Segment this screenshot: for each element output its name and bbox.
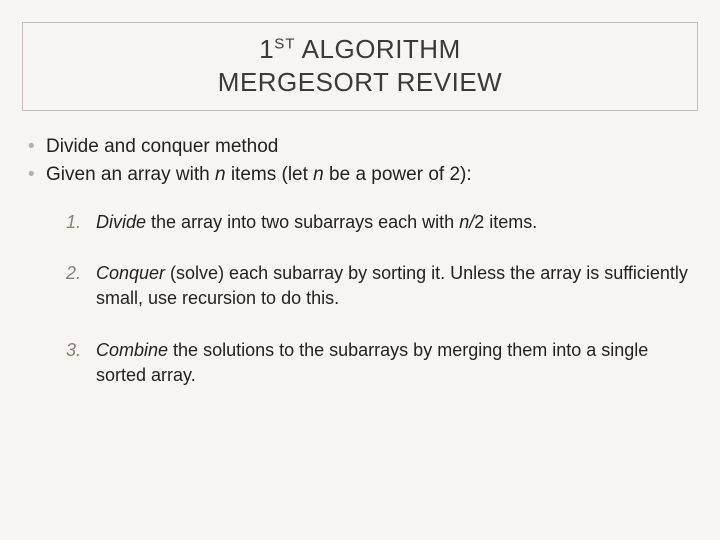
bullet-list: Divide and conquer method Given an array…: [22, 133, 698, 188]
italic-n: n/: [459, 212, 474, 232]
italic-n: n: [215, 164, 226, 185]
title-prefix-word: ALGORITHM: [295, 34, 460, 64]
title-line-2: MERGESORT REVIEW: [35, 66, 685, 99]
step-lead: Conquer: [96, 263, 165, 283]
bullet-item: Given an array with n items (let n be a …: [28, 161, 698, 189]
step-lead: Combine: [96, 340, 168, 360]
step-item: Combine the solutions to the subarrays b…: [66, 338, 698, 388]
step-text: (solve) each subarray by sorting it. Unl…: [96, 263, 688, 308]
bullet-text-pre: Given an array with: [46, 164, 215, 185]
step-lead: Divide: [96, 212, 146, 232]
step-text: the solutions to the subarrays by mergin…: [96, 340, 648, 385]
step-text: 2 items.: [474, 212, 537, 232]
slide: 1ST ALGORITHM MERGESORT REVIEW Divide an…: [0, 0, 720, 540]
bullet-text: Divide and conquer method: [46, 136, 278, 157]
italic-n: n: [313, 164, 324, 185]
title-prefix-number: 1: [259, 34, 274, 64]
title-line-1: 1ST ALGORITHM: [35, 33, 685, 66]
bullet-item: Divide and conquer method: [28, 133, 698, 161]
bullet-text-mid: items (let: [226, 164, 314, 185]
title-ordinal-superscript: ST: [274, 35, 295, 52]
numbered-list: Divide the array into two subarrays each…: [22, 210, 698, 388]
step-text: the array into two subarrays each with: [146, 212, 459, 232]
step-item: Conquer (solve) each subarray by sorting…: [66, 261, 698, 311]
step-item: Divide the array into two subarrays each…: [66, 210, 698, 235]
bullet-text-post: be a power of 2):: [324, 164, 472, 185]
title-box: 1ST ALGORITHM MERGESORT REVIEW: [22, 22, 698, 111]
